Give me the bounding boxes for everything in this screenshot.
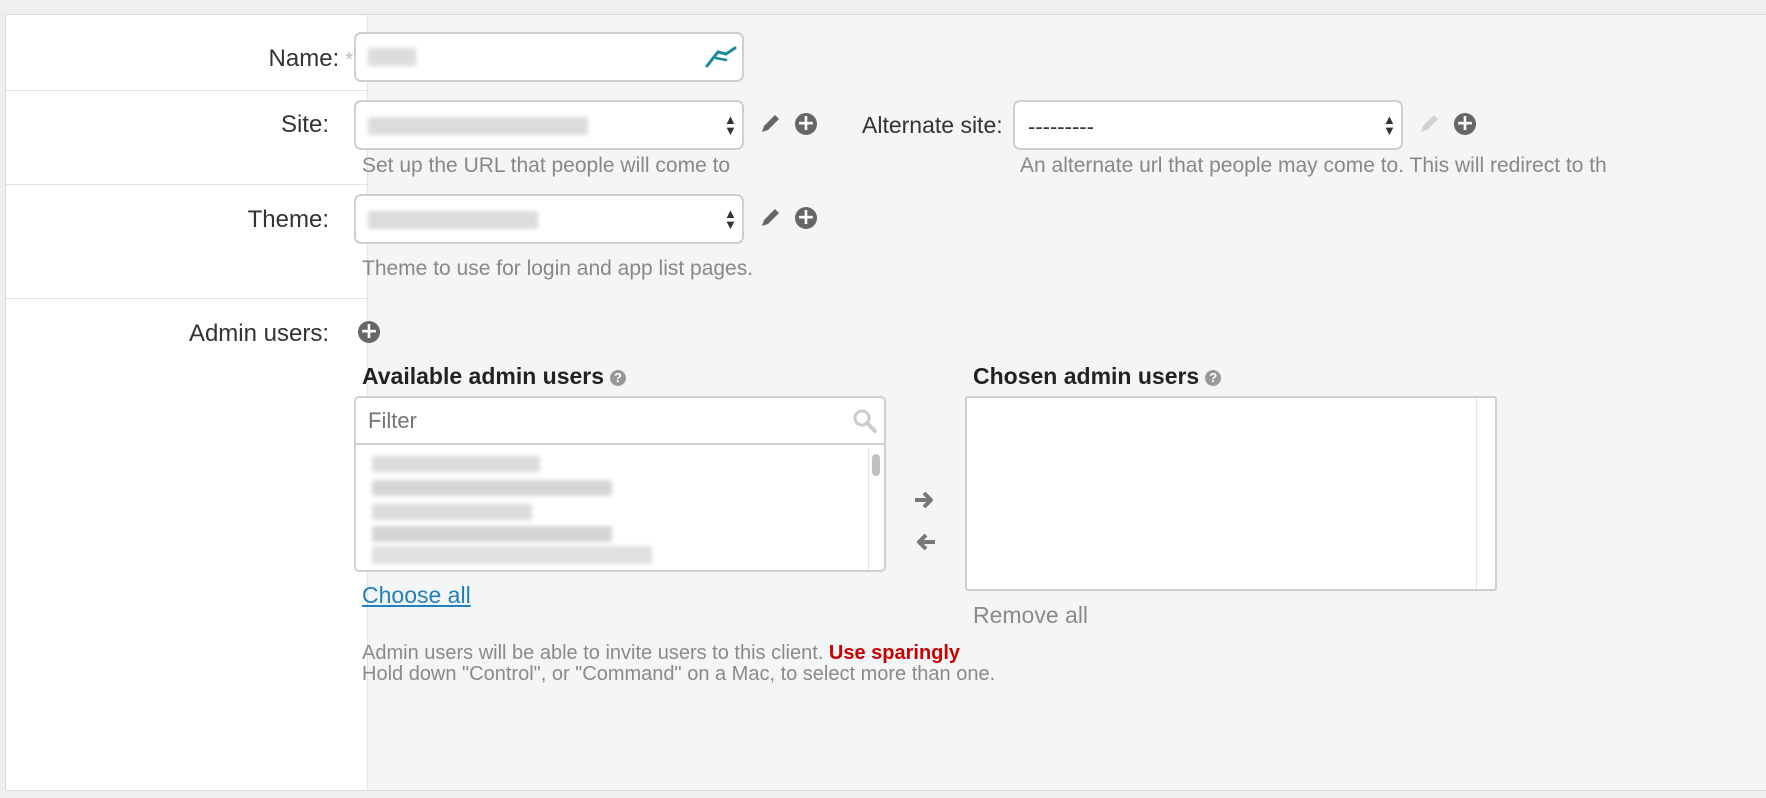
scrollbar[interactable] [1476,398,1495,589]
magnifier-icon [853,409,877,433]
site-label: Site: [280,111,329,138]
multi-select-help: Hold down "Control", or "Command" on a M… [362,663,996,685]
available-admin-users-heading: Available admin users? [362,363,627,390]
site-help: Set up the URL that people will come to [362,154,731,177]
pencil-icon [1421,115,1438,132]
alternate-site-label: Alternate site: [862,112,1003,138]
available-admin-users-box [354,396,886,572]
label-column: Name: * Site: Theme: Admin users: [6,15,368,790]
alternate-site-select[interactable]: --------- ▲ ▼ [1013,100,1403,150]
select-arrows-icon: ▲ ▼ [724,112,737,138]
alternate-site-value: --------- [1028,114,1094,139]
row-divider [6,90,368,91]
redacted-value [368,48,416,66]
required-asterisk: * [345,49,353,71]
arrow-left-icon[interactable] [913,531,937,553]
name-input[interactable] [354,32,744,82]
choose-all-link[interactable]: Choose all [362,582,471,609]
remove-all-link[interactable]: Remove all [973,602,1088,629]
name-label: Name: * [268,45,353,72]
redacted-value [368,117,588,135]
redacted-value [368,211,538,229]
filter-input[interactable] [356,398,884,445]
select-arrows-icon: ▲ ▼ [724,206,737,232]
arrow-runner-icon[interactable] [704,44,738,70]
help-icon[interactable]: ? [610,369,627,386]
list-item[interactable] [372,526,612,542]
list-item[interactable] [372,480,612,496]
site-select[interactable]: ▲ ▼ [354,100,744,150]
chosen-admin-users-heading: Chosen admin users? [973,363,1222,390]
available-users-list[interactable] [356,446,866,570]
scrollbar[interactable] [868,448,883,570]
help-icon[interactable]: ? [1205,369,1222,386]
list-item[interactable] [372,504,532,520]
theme-select[interactable]: ▲ ▼ [354,194,744,244]
plus-circle-icon[interactable]: + [1454,113,1476,135]
arrow-right-icon[interactable] [913,489,937,511]
plus-circle-icon[interactable]: + [795,207,817,229]
select-arrows-icon: ▲ ▼ [1383,112,1396,138]
row-divider [6,184,368,185]
plus-circle-icon[interactable]: + [358,321,380,343]
list-item[interactable] [372,456,540,472]
alternate-site-help: An alternate url that people may come to… [1020,154,1607,177]
pencil-icon[interactable] [758,206,782,230]
theme-label: Theme: [247,206,329,233]
chosen-admin-users-box[interactable] [965,396,1497,591]
admin-users-help: Admin users will be able to invite users… [362,642,961,664]
pencil-icon[interactable] [758,112,782,136]
list-item[interactable] [372,546,652,564]
row-divider [6,298,368,299]
admin-users-label: Admin users: [188,320,329,347]
plus-circle-icon[interactable]: + [795,113,817,135]
theme-help: Theme to use for login and app list page… [362,257,754,280]
warning-text: Use sparingly [828,642,961,664]
